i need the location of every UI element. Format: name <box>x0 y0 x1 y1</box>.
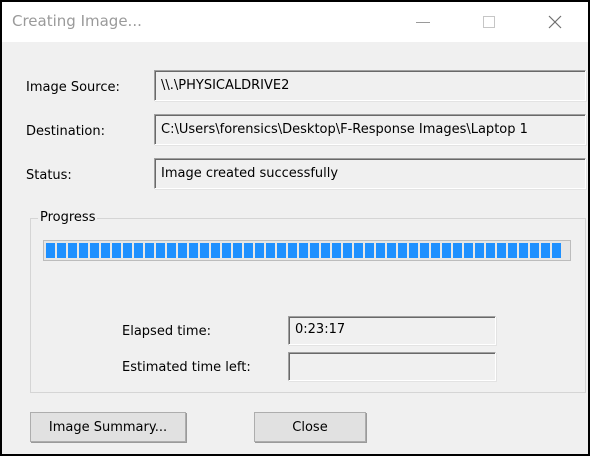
progress-segment <box>409 243 418 258</box>
estimated-time-left-label: Estimated time left: <box>122 360 251 375</box>
title-bar[interactable]: Creating Image... <box>2 2 588 42</box>
progress-segment <box>222 243 231 258</box>
progress-segment <box>343 243 352 258</box>
progress-segment <box>145 243 154 258</box>
progress-segment <box>486 243 495 258</box>
destination-field: C:\Users\forensics\Desktop\F-Response Im… <box>154 114 586 145</box>
progress-segment <box>541 243 550 258</box>
progress-group-title: Progress <box>38 210 98 225</box>
image-source-label: Image Source: <box>26 80 120 95</box>
progress-segment <box>233 243 242 258</box>
progress-segment <box>112 243 121 258</box>
progress-segment <box>475 243 484 258</box>
progress-segment <box>530 243 539 258</box>
progress-segment <box>387 243 396 258</box>
progress-segment <box>299 243 308 258</box>
progress-segment <box>255 243 264 258</box>
progress-segment <box>310 243 319 258</box>
progress-segment <box>134 243 143 258</box>
progress-segment <box>178 243 187 258</box>
progress-segment <box>123 243 132 258</box>
image-source-field: \\.\PHYSICALDRIVE2 <box>154 70 586 101</box>
creating-image-dialog: Creating Image... Image Source: \\.\PHYS… <box>0 0 590 456</box>
progress-segment <box>68 243 77 258</box>
maximize-button[interactable] <box>466 2 512 42</box>
progress-segment <box>365 243 374 258</box>
progress-segment <box>167 243 176 258</box>
maximize-icon <box>483 16 495 28</box>
progress-segment <box>321 243 330 258</box>
image-summary-button[interactable]: Image Summary... <box>30 412 186 442</box>
progress-segment <box>398 243 407 258</box>
close-button[interactable]: Close <box>254 412 366 442</box>
progress-segment <box>244 243 253 258</box>
minimize-button[interactable] <box>400 2 446 42</box>
close-window-button[interactable] <box>532 2 578 42</box>
elapsed-time-field: 0:23:17 <box>288 316 496 345</box>
elapsed-time-label: Elapsed time: <box>122 324 211 339</box>
progress-segment <box>354 243 363 258</box>
progress-segment <box>79 243 88 258</box>
progress-segment <box>101 243 110 258</box>
progress-segment <box>420 243 429 258</box>
progress-segment <box>453 243 462 258</box>
progress-segment <box>376 243 385 258</box>
close-icon <box>548 15 562 29</box>
progress-segment <box>189 243 198 258</box>
progress-segment <box>200 243 209 258</box>
progress-segment <box>46 243 55 258</box>
progress-segment <box>90 243 99 258</box>
status-field: Image created successfully <box>154 158 586 189</box>
status-label: Status: <box>26 168 72 183</box>
progress-segment <box>156 243 165 258</box>
progress-bar <box>43 240 571 261</box>
progress-segment <box>277 243 286 258</box>
progress-segment <box>552 243 561 258</box>
progress-segment <box>497 243 506 258</box>
progress-segment <box>288 243 297 258</box>
progress-segment <box>508 243 517 258</box>
progress-segment <box>442 243 451 258</box>
progress-segment <box>211 243 220 258</box>
window-title: Creating Image... <box>12 12 142 30</box>
destination-label: Destination: <box>26 124 105 139</box>
progress-segment <box>332 243 341 258</box>
progress-segment <box>266 243 275 258</box>
progress-segment <box>57 243 66 258</box>
progress-segment <box>464 243 473 258</box>
progress-segment <box>431 243 440 258</box>
minimize-icon <box>416 21 430 23</box>
progress-segment <box>519 243 528 258</box>
estimated-time-left-field <box>288 352 496 381</box>
